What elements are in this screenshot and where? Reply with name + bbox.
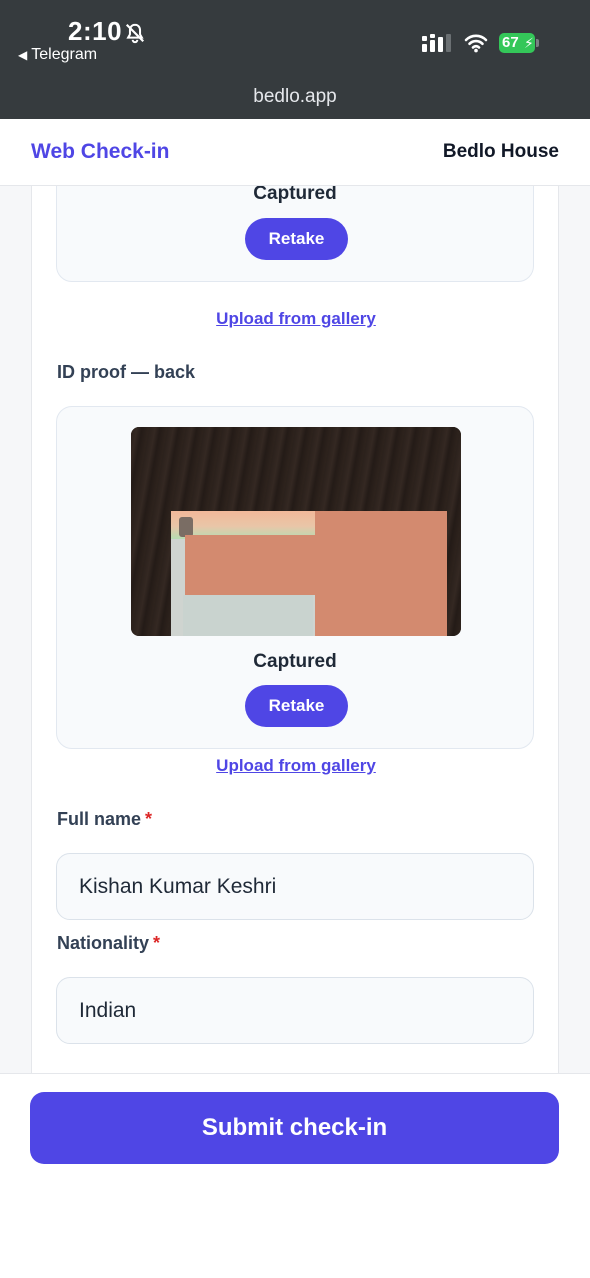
id-back-label: ID proof — back <box>57 362 196 382</box>
property-name: Bedlo House <box>442 141 559 162</box>
form-scroll-area[interactable]: Captured Retake Upload from gallery ID p… <box>0 186 590 1073</box>
nationality-input[interactable]: Indian <box>56 977 534 1044</box>
id-back-retake-button[interactable]: Retake <box>245 685 348 727</box>
required-asterisk: * <box>145 809 153 829</box>
redaction-block <box>315 511 447 636</box>
back-to-app-link[interactable]: ◀ Telegram <box>18 46 97 64</box>
checkin-form: Captured Retake Upload from gallery ID p… <box>31 186 559 1073</box>
bottom-action-bar: Submit check-in <box>0 1073 590 1278</box>
id-front-retake-button[interactable]: Retake <box>245 218 348 260</box>
id-back-capture-box: Captured Retake <box>56 406 534 749</box>
required-asterisk: * <box>153 933 161 953</box>
id-back-gallery-link[interactable]: Upload from gallery <box>32 756 560 776</box>
redaction-block <box>185 535 315 595</box>
nationality-label: Nationality * <box>57 933 160 954</box>
emblem-icon <box>179 517 193 537</box>
full-name-label-text: Full name <box>57 809 142 829</box>
battery-level: 67 <box>502 34 519 51</box>
submit-checkin-button[interactable]: Submit check-in <box>30 1092 559 1164</box>
full-name-input[interactable]: Kishan Kumar Keshri <box>56 853 534 920</box>
back-triangle-icon: ◀ <box>18 48 28 62</box>
id-back-photo <box>131 427 461 636</box>
nationality-label-text: Nationality <box>57 933 150 953</box>
brand-title[interactable]: Web Check-in <box>31 140 169 164</box>
id-back-status: Captured <box>253 651 337 672</box>
back-app-label: Telegram <box>31 46 98 63</box>
app-header: Web Check-in Bedlo House <box>0 119 590 186</box>
id-front-status: Captured <box>253 186 337 204</box>
wifi-icon <box>464 34 488 53</box>
id-front-gallery-link[interactable]: Upload from gallery <box>32 309 560 329</box>
bell-slash-icon <box>125 23 145 44</box>
charging-bolt-icon: ⚡ <box>524 35 534 51</box>
battery-icon: 67 ⚡ <box>499 33 541 53</box>
ios-status-bar: 2:10 ◀ Telegram 67 ⚡ bedlo.app <box>0 0 590 119</box>
cellular-signal-icon <box>422 34 451 52</box>
id-front-capture-box: Captured Retake <box>56 186 534 282</box>
status-time: 2:10 <box>68 16 123 46</box>
full-name-label: Full name * <box>57 809 152 830</box>
address-bar-url[interactable]: bedlo.app <box>0 86 590 108</box>
